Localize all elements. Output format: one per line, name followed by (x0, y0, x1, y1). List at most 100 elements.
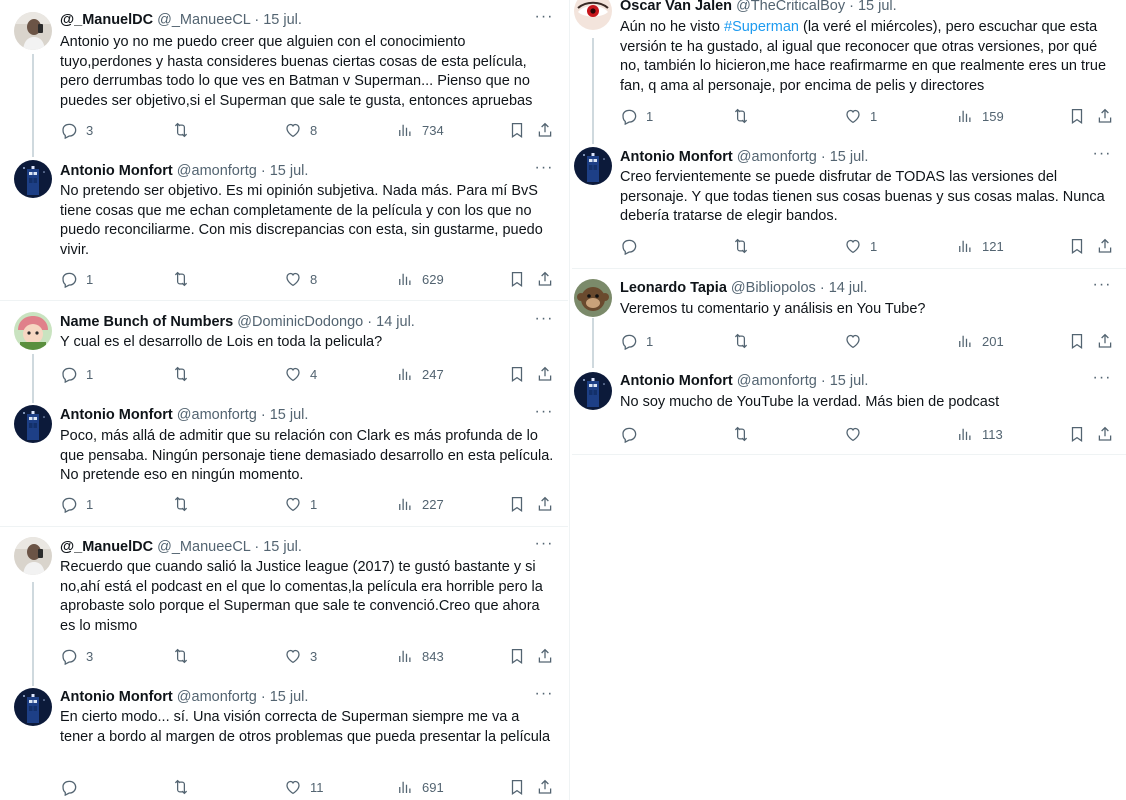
display-name[interactable]: Antonio Monfort (60, 689, 173, 705)
avatar[interactable] (14, 160, 52, 198)
display-name[interactable]: @_ManuelDC (60, 539, 153, 555)
tweet-date[interactable]: 15 jul. (830, 149, 869, 165)
views-button[interactable]: 247 (396, 364, 444, 384)
retweet-button[interactable] (172, 494, 198, 514)
share-button[interactable] (536, 646, 554, 666)
avatar[interactable] (574, 279, 612, 317)
avatar[interactable] (574, 372, 612, 410)
retweet-button[interactable] (732, 106, 758, 126)
avatar[interactable] (14, 312, 52, 350)
bookmark-button[interactable] (508, 646, 526, 666)
bookmark-button[interactable] (508, 494, 526, 514)
retweet-button[interactable] (172, 646, 198, 666)
like-button[interactable]: 8 (284, 120, 317, 140)
reply-button[interactable]: 3 (60, 646, 93, 666)
like-button[interactable]: 11 (284, 777, 324, 797)
bookmark-button[interactable] (508, 777, 526, 797)
tweet-date[interactable]: 15 jul. (858, 0, 897, 14)
more-options-icon[interactable]: ··· (534, 311, 554, 332)
tweet[interactable]: Antonio Monfort @amonfortg · 15 jul. ···… (0, 396, 568, 526)
tweet-date[interactable]: 15 jul. (830, 373, 869, 389)
user-handle[interactable]: @amonfortg (177, 163, 257, 179)
tweet-date[interactable]: 14 jul. (376, 314, 415, 330)
avatar[interactable] (14, 688, 52, 726)
reply-button[interactable]: 1 (60, 269, 93, 289)
share-button[interactable] (536, 494, 554, 514)
retweet-button[interactable] (732, 424, 758, 444)
retweet-button[interactable] (732, 331, 758, 351)
user-handle[interactable]: @amonfortg (737, 149, 817, 165)
avatar[interactable] (14, 405, 52, 443)
retweet-button[interactable] (172, 120, 198, 140)
bookmark-button[interactable] (508, 269, 526, 289)
like-button[interactable]: 4 (284, 364, 317, 384)
tweet-date[interactable]: 14 jul. (829, 280, 868, 296)
tweet[interactable]: Leonardo Tapia @Bibliopolos · 14 jul. ··… (572, 269, 1126, 362)
tweet-date[interactable]: 15 jul. (263, 539, 302, 555)
views-button[interactable]: 843 (396, 646, 444, 666)
views-button[interactable]: 734 (396, 120, 444, 140)
more-options-icon[interactable]: ··· (534, 160, 554, 181)
views-button[interactable]: 159 (956, 106, 1004, 126)
display-name[interactable]: Antonio Monfort (60, 407, 173, 423)
more-options-icon[interactable]: ··· (1092, 277, 1112, 298)
reply-button[interactable] (620, 424, 646, 444)
bookmark-button[interactable] (1068, 424, 1086, 444)
tweet-date[interactable]: 15 jul. (270, 163, 309, 179)
tweet[interactable]: Antonio Monfort @amonfortg · 15 jul. ···… (572, 362, 1126, 454)
share-button[interactable] (1096, 331, 1114, 351)
avatar[interactable] (574, 0, 612, 30)
reply-button[interactable]: 1 (60, 364, 93, 384)
like-button[interactable]: 1 (284, 494, 317, 514)
display-name[interactable]: @_ManuelDC (60, 12, 153, 28)
user-handle[interactable]: @TheCriticalBoy (736, 0, 845, 14)
views-button[interactable]: 201 (956, 331, 1004, 351)
like-button[interactable]: 1 (844, 236, 877, 256)
tweet[interactable]: Antonio Monfort @amonfortg · 15 jul. ···… (0, 150, 568, 300)
display-name[interactable]: Leonardo Tapia (620, 280, 727, 296)
tweet[interactable]: Oscar Van Jalen @TheCriticalBoy · 15 jul… (572, 0, 1126, 140)
tweet[interactable]: @_ManuelDC @_ManueeCL · 15 jul. ··· Anto… (0, 0, 568, 150)
user-handle[interactable]: @amonfortg (177, 689, 257, 705)
user-handle[interactable]: @amonfortg (737, 373, 817, 389)
reply-button[interactable]: 1 (620, 106, 653, 126)
display-name[interactable]: Antonio Monfort (620, 373, 733, 389)
user-handle[interactable]: @amonfortg (177, 407, 257, 423)
retweet-button[interactable] (732, 236, 758, 256)
user-handle[interactable]: @_ManueeCL (157, 539, 250, 555)
display-name[interactable]: Antonio Monfort (60, 163, 173, 179)
share-button[interactable] (1096, 106, 1114, 126)
more-options-icon[interactable]: ··· (534, 536, 554, 557)
display-name[interactable]: Oscar Van Jalen (620, 0, 732, 14)
bookmark-button[interactable] (508, 364, 526, 384)
bookmark-button[interactable] (508, 120, 526, 140)
avatar[interactable] (14, 537, 52, 575)
hashtag-link[interactable]: #Superman (724, 19, 799, 35)
like-button[interactable] (844, 424, 870, 444)
share-button[interactable] (1096, 424, 1114, 444)
tweet[interactable]: Antonio Monfort @amonfortg · 15 jul. ···… (572, 140, 1126, 268)
retweet-button[interactable] (172, 269, 198, 289)
views-button[interactable]: 227 (396, 494, 444, 514)
avatar[interactable] (14, 12, 52, 50)
more-options-icon[interactable]: ··· (534, 404, 554, 425)
more-options-icon[interactable]: ··· (1092, 370, 1112, 391)
reply-button[interactable] (60, 777, 86, 797)
reply-button[interactable] (620, 236, 646, 256)
like-button[interactable]: 1 (844, 106, 877, 126)
like-button[interactable] (844, 331, 870, 351)
user-handle[interactable]: @_ManueeCL (157, 12, 250, 28)
tweet-date[interactable]: 15 jul. (270, 689, 309, 705)
like-button[interactable]: 3 (284, 646, 317, 666)
tweet[interactable]: Antonio Monfort @amonfortg · 15 jul. ···… (0, 679, 568, 800)
user-handle[interactable]: @DominicDodongo (237, 314, 363, 330)
tweet-date[interactable]: 15 jul. (270, 407, 309, 423)
share-button[interactable] (536, 364, 554, 384)
bookmark-button[interactable] (1068, 331, 1086, 351)
share-button[interactable] (536, 269, 554, 289)
views-button[interactable]: 121 (956, 236, 1004, 256)
retweet-button[interactable] (172, 364, 198, 384)
views-button[interactable]: 629 (396, 269, 444, 289)
share-button[interactable] (536, 120, 554, 140)
display-name[interactable]: Antonio Monfort (620, 149, 733, 165)
